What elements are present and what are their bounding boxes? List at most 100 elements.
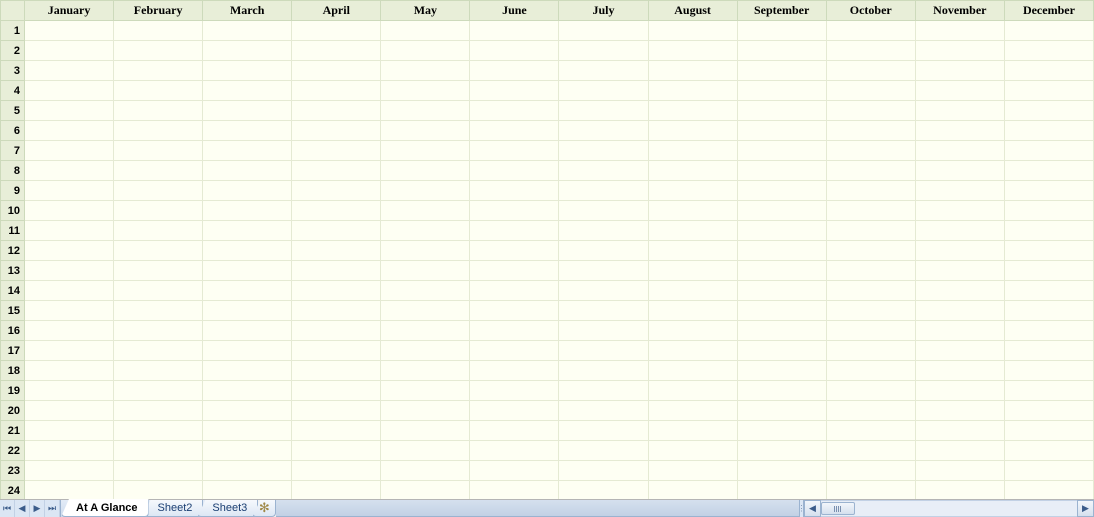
cell[interactable] (826, 61, 915, 81)
cell[interactable] (826, 121, 915, 141)
cell[interactable] (114, 201, 203, 221)
cell[interactable] (114, 161, 203, 181)
cell[interactable] (470, 221, 559, 241)
cell[interactable] (648, 381, 737, 401)
cell[interactable] (737, 61, 826, 81)
cell[interactable] (1004, 361, 1093, 381)
row-header[interactable]: 9 (1, 181, 25, 201)
cell[interactable] (648, 441, 737, 461)
cell[interactable] (648, 361, 737, 381)
cell[interactable] (915, 281, 1004, 301)
cell[interactable] (203, 381, 292, 401)
row-header[interactable]: 12 (1, 241, 25, 261)
cell[interactable] (1004, 341, 1093, 361)
cell[interactable] (25, 281, 114, 301)
cell[interactable] (559, 361, 648, 381)
cell[interactable] (381, 121, 470, 141)
row-header[interactable]: 7 (1, 141, 25, 161)
cell[interactable] (915, 221, 1004, 241)
cell[interactable] (648, 161, 737, 181)
cell[interactable] (203, 21, 292, 41)
cell[interactable] (648, 61, 737, 81)
row-header[interactable]: 22 (1, 441, 25, 461)
cell[interactable] (470, 381, 559, 401)
cell[interactable] (826, 141, 915, 161)
column-header-september[interactable]: September (737, 1, 826, 21)
cell[interactable] (915, 361, 1004, 381)
row-header[interactable]: 14 (1, 281, 25, 301)
row-header[interactable]: 10 (1, 201, 25, 221)
cell[interactable] (826, 161, 915, 181)
cell[interactable] (559, 481, 648, 500)
cell[interactable] (25, 401, 114, 421)
cell[interactable] (470, 121, 559, 141)
cell[interactable] (25, 461, 114, 481)
row-header[interactable]: 16 (1, 321, 25, 341)
cell[interactable] (737, 321, 826, 341)
cell[interactable] (292, 481, 381, 500)
cell[interactable] (470, 241, 559, 261)
cell[interactable] (114, 341, 203, 361)
cell[interactable] (559, 461, 648, 481)
cell[interactable] (381, 201, 470, 221)
nav-last-icon[interactable]: ⏭ (45, 500, 60, 517)
cell[interactable] (826, 201, 915, 221)
corner-cell[interactable] (1, 1, 25, 21)
cell[interactable] (915, 341, 1004, 361)
cell[interactable] (1004, 321, 1093, 341)
cell[interactable] (648, 401, 737, 421)
cell[interactable] (203, 41, 292, 61)
cell[interactable] (737, 201, 826, 221)
cell[interactable] (381, 101, 470, 121)
cell[interactable] (114, 281, 203, 301)
cell[interactable] (292, 261, 381, 281)
cell[interactable] (826, 441, 915, 461)
nav-prev-icon[interactable]: ◀ (15, 500, 30, 517)
cell[interactable] (1004, 181, 1093, 201)
cell[interactable] (292, 21, 381, 41)
cell[interactable] (737, 181, 826, 201)
column-header-january[interactable]: January (25, 1, 114, 21)
cell[interactable] (292, 101, 381, 121)
cell[interactable] (826, 261, 915, 281)
cell[interactable] (559, 121, 648, 141)
cell[interactable] (25, 221, 114, 241)
cell[interactable] (559, 201, 648, 221)
row-header[interactable]: 3 (1, 61, 25, 81)
column-header-december[interactable]: December (1004, 1, 1093, 21)
cell[interactable] (1004, 141, 1093, 161)
cell[interactable] (292, 361, 381, 381)
cell[interactable] (648, 321, 737, 341)
cell[interactable] (381, 41, 470, 61)
cell[interactable] (470, 81, 559, 101)
cell[interactable] (114, 401, 203, 421)
column-header-june[interactable]: June (470, 1, 559, 21)
cell[interactable] (25, 301, 114, 321)
cell[interactable] (25, 101, 114, 121)
cell[interactable] (915, 241, 1004, 261)
cell[interactable] (203, 401, 292, 421)
cell[interactable] (381, 21, 470, 41)
cell[interactable] (915, 101, 1004, 121)
cell[interactable] (648, 261, 737, 281)
cell[interactable] (25, 321, 114, 341)
cell[interactable] (25, 21, 114, 41)
cell[interactable] (826, 361, 915, 381)
cell[interactable] (1004, 221, 1093, 241)
cell[interactable] (292, 221, 381, 241)
cell[interactable] (292, 81, 381, 101)
cell[interactable] (203, 441, 292, 461)
cell[interactable] (826, 341, 915, 361)
cell[interactable] (381, 241, 470, 261)
cell[interactable] (737, 21, 826, 41)
row-header[interactable]: 1 (1, 21, 25, 41)
cell[interactable] (203, 341, 292, 361)
column-header-april[interactable]: April (292, 1, 381, 21)
cell[interactable] (559, 161, 648, 181)
cell[interactable] (114, 81, 203, 101)
cell[interactable] (470, 441, 559, 461)
cell[interactable] (292, 341, 381, 361)
cell[interactable] (114, 301, 203, 321)
cell[interactable] (114, 41, 203, 61)
cell[interactable] (826, 21, 915, 41)
